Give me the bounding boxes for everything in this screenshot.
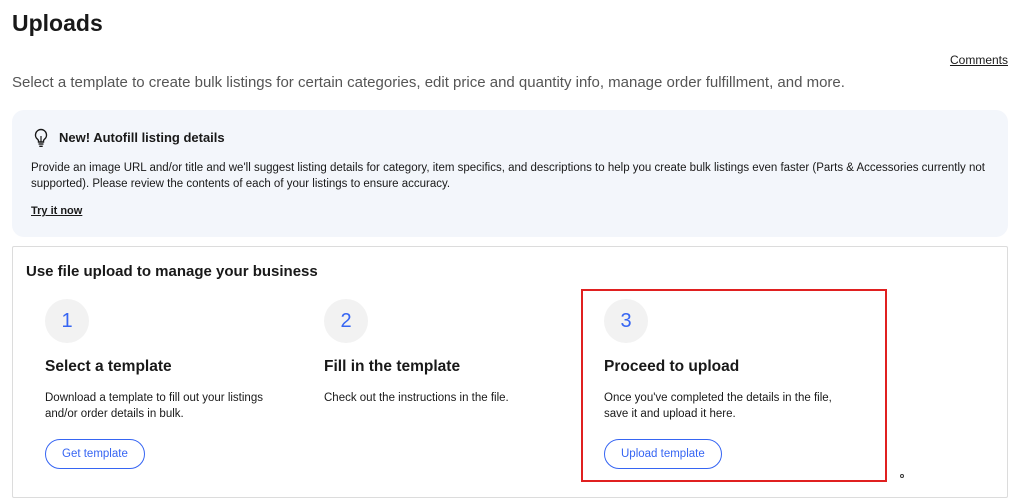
step-fill-template: 2 Fill in the template Check out the ins…	[324, 299, 584, 406]
autofill-info-card: New! Autofill listing details Provide an…	[12, 110, 1008, 237]
step-number-badge: 3	[604, 299, 648, 343]
file-upload-steps-card: Use file upload to manage your business …	[12, 246, 1008, 498]
get-template-button[interactable]: Get template	[45, 439, 145, 469]
page-title: Uploads	[12, 10, 103, 36]
page-subtitle: Select a template to create bulk listing…	[12, 74, 845, 91]
step-description: Check out the instructions in the file.	[324, 392, 509, 404]
step-description: Download a template to fill out your lis…	[45, 392, 263, 420]
step-title: Proceed to upload	[604, 358, 740, 375]
info-card-title: New! Autofill listing details	[59, 130, 225, 145]
step-title: Fill in the template	[324, 358, 461, 375]
steps-heading: Use file upload to manage your business	[26, 263, 318, 280]
lightbulb-icon	[34, 128, 48, 147]
step-select-template: 1 Select a template Download a template …	[45, 299, 305, 469]
step-number-badge: 2	[324, 299, 368, 343]
step-number-badge: 1	[45, 299, 89, 343]
cursor-dot	[900, 474, 904, 478]
comments-link[interactable]: Comments	[950, 53, 1008, 67]
step-proceed-upload: 3 Proceed to upload Once you've complete…	[604, 299, 864, 469]
info-card-body: Provide an image URL and/or title and we…	[31, 162, 985, 190]
upload-template-button[interactable]: Upload template	[604, 439, 722, 469]
step-description: Once you've completed the details in the…	[604, 392, 832, 420]
step-title: Select a template	[45, 358, 172, 375]
try-it-now-link[interactable]: Try it now	[31, 205, 82, 217]
